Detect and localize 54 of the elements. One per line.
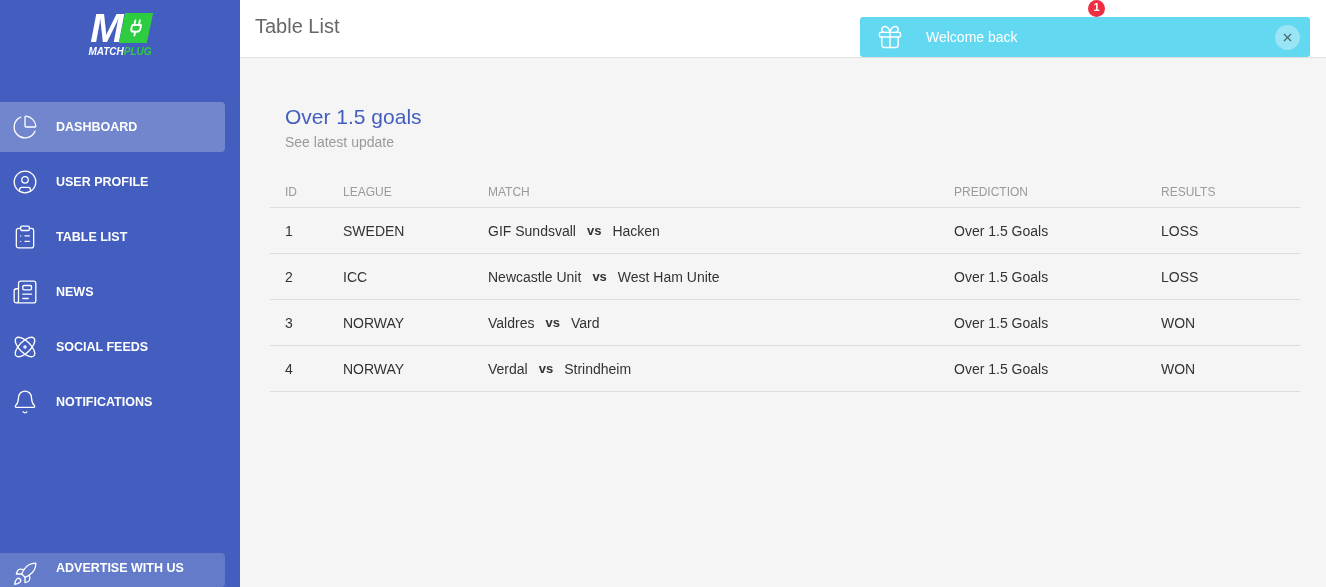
close-button[interactable] (1275, 24, 1300, 50)
table-cell-text: Over 1.5 Goals (954, 360, 1050, 377)
home-team: Newcastle Unit (488, 268, 582, 285)
table-cell-text: ICC (343, 268, 369, 285)
home-team: Verdal (488, 360, 528, 377)
home-team: Valdres (488, 314, 535, 331)
page-title: Table List (255, 15, 340, 38)
pie-chart-icon (12, 114, 38, 140)
user-icon (12, 169, 38, 195)
card-subtitle: See latest update (285, 134, 395, 150)
table-cell-text: LOSS (1161, 222, 1200, 239)
away-team: Strindheim (564, 360, 632, 377)
bell-icon (12, 389, 38, 415)
column-header: LEAGUE (343, 184, 393, 199)
sidebar-item[interactable]: TABLE LIST (0, 212, 225, 262)
atom-icon (12, 334, 38, 360)
versus-label: vs (592, 269, 607, 284)
versus-label: vs (545, 315, 560, 330)
table-cell-text: LOSS (1161, 268, 1200, 285)
sidebar-item[interactable]: SOCIAL FEEDS (0, 322, 225, 372)
sidebar-item[interactable]: NOTIFICATIONS (0, 377, 225, 427)
versus-label: vs (538, 361, 554, 376)
versus-label: vs (586, 223, 602, 238)
logo-letter: M (90, 10, 122, 46)
table-cell-text: NORWAY (343, 314, 406, 331)
sidebar-item[interactable]: NEWS (0, 267, 225, 317)
away-team: West Ham Unite (617, 268, 720, 285)
table-cell-text: 2 (285, 268, 294, 285)
card-title: Over 1.5 goals (285, 105, 423, 129)
home-team: GIF Sundsvall (488, 222, 576, 239)
table-cell-text: Over 1.5 Goals (954, 222, 1050, 239)
sidebar-item[interactable]: DASHBOARD (0, 102, 225, 152)
sidebar-item[interactable]: USER PROFILE (0, 157, 225, 207)
table-cell-text: NORWAY (343, 360, 406, 377)
column-header: MATCH (488, 184, 531, 199)
away-team: Vard (570, 314, 600, 331)
rocket-icon (12, 561, 38, 587)
toast-message: Welcome back (926, 29, 1019, 45)
advertise-link[interactable]: ADVERTISE WITH US (0, 553, 225, 587)
table-cell-text: SWEDEN (343, 222, 406, 239)
newspaper-icon (12, 279, 38, 305)
table-cell-text: WON (1161, 360, 1197, 377)
gift-icon (876, 23, 904, 51)
logo-wordmark: MATCHPLUG (88, 46, 152, 57)
column-header: ID (285, 184, 298, 199)
column-header: PREDICTION (954, 184, 1029, 199)
table-cell-text: Over 1.5 Goals (954, 268, 1050, 285)
table-cell-text: 4 (285, 360, 294, 377)
table-cell-text: Over 1.5 Goals (954, 314, 1050, 331)
table-cell-text: 3 (285, 314, 294, 331)
away-team: Hacken (612, 222, 660, 239)
table-cell-text: 1 (285, 222, 294, 239)
table-cell-text: WON (1161, 314, 1197, 331)
column-header: RESULTS (1161, 184, 1217, 199)
